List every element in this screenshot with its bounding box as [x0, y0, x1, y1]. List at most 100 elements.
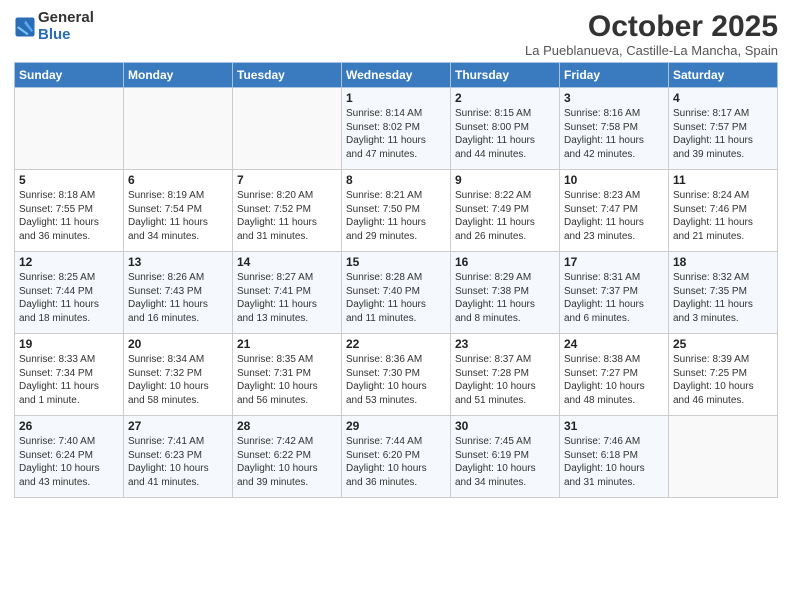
logo-text: General Blue	[38, 10, 94, 43]
day-number: 20	[128, 337, 228, 351]
day-info: Sunrise: 8:20 AM Sunset: 7:52 PM Dayligh…	[237, 189, 337, 243]
day-info: Sunrise: 8:16 AM Sunset: 7:58 PM Dayligh…	[564, 107, 664, 161]
day-number: 24	[564, 337, 664, 351]
day-cell: 9Sunrise: 8:22 AM Sunset: 7:49 PM Daylig…	[451, 170, 560, 252]
day-cell: 15 Sunrise: 8:28 AM Sunset: 7:40 PM Dayli…	[342, 252, 451, 334]
day-cell: 30Sunrise: 7:45 AM Sunset: 6:19 PM Dayli…	[451, 416, 560, 498]
day-info: Sunrise: 8:34 AM Sunset: 7:32 PM Dayligh…	[128, 353, 228, 407]
day-number: 1	[346, 91, 446, 105]
day-number: 26	[19, 419, 119, 433]
day-number: 14	[237, 255, 337, 269]
day-cell: 28Sunrise: 7:42 AM Sunset: 6:22 PM Dayli…	[233, 416, 342, 498]
day-number: 12	[19, 255, 119, 269]
day-info: Sunrise: 7:40 AM Sunset: 6:24 PM Dayligh…	[19, 435, 119, 489]
day-info: Sunrise: 8:19 AM Sunset: 7:54 PM Dayligh…	[128, 189, 228, 243]
day-number: 19	[19, 337, 119, 351]
weekday-header-row: SundayMondayTuesdayWednesdayThursdayFrid…	[15, 63, 778, 88]
day-number: 21	[237, 337, 337, 351]
calendar-container: General Blue October 2025 La Pueblanueva…	[0, 0, 792, 506]
day-cell: 11 Sunrise: 8:24 AM Sunset: 7:46 PM Dayli…	[669, 170, 778, 252]
day-number: 18	[673, 255, 773, 269]
day-cell: 7Sunrise: 8:20 AM Sunset: 7:52 PM Daylig…	[233, 170, 342, 252]
location-subtitle: La Pueblanueva, Castille-La Mancha, Spai…	[525, 43, 778, 58]
day-info: Sunrise: 7:46 AM Sunset: 6:18 PM Dayligh…	[564, 435, 664, 489]
weekday-thursday: Thursday	[451, 63, 560, 88]
day-info: Sunrise: 7:44 AM Sunset: 6:20 PM Dayligh…	[346, 435, 446, 489]
day-info: Sunrise: 8:18 AM Sunset: 7:55 PM Dayligh…	[19, 189, 119, 243]
day-info: Sunrise: 8:37 AM Sunset: 7:28 PM Dayligh…	[455, 353, 555, 407]
day-info: Sunrise: 8:17 AM Sunset: 7:57 PM Dayligh…	[673, 107, 773, 161]
day-number: 3	[564, 91, 664, 105]
day-info: Sunrise: 8:28 AM Sunset: 7:40 PM Dayligh…	[346, 271, 446, 325]
day-cell: 17Sunrise: 8:31 AM Sunset: 7:37 PM Dayli…	[560, 252, 669, 334]
logo-icon	[14, 16, 36, 38]
day-cell: 2 Sunrise: 8:15 AM Sunset: 8:00 PM Daylig…	[451, 88, 560, 170]
week-row-4: 19 Sunrise: 8:33 AM Sunset: 7:34 PM Dayli…	[15, 334, 778, 416]
day-info: Sunrise: 8:36 AM Sunset: 7:30 PM Dayligh…	[346, 353, 446, 407]
day-cell	[233, 88, 342, 170]
day-cell: 21Sunrise: 8:35 AM Sunset: 7:31 PM Dayli…	[233, 334, 342, 416]
day-info: Sunrise: 8:39 AM Sunset: 7:25 PM Dayligh…	[673, 353, 773, 407]
day-cell: 12Sunrise: 8:25 AM Sunset: 7:44 PM Dayli…	[15, 252, 124, 334]
day-cell: 5 Sunrise: 8:18 AM Sunset: 7:55 PM Daylig…	[15, 170, 124, 252]
day-number: 13	[128, 255, 228, 269]
day-info: Sunrise: 7:42 AM Sunset: 6:22 PM Dayligh…	[237, 435, 337, 489]
day-info: Sunrise: 8:22 AM Sunset: 7:49 PM Dayligh…	[455, 189, 555, 243]
day-info: Sunrise: 8:21 AM Sunset: 7:50 PM Dayligh…	[346, 189, 446, 243]
week-row-5: 26 Sunrise: 7:40 AM Sunset: 6:24 PM Dayli…	[15, 416, 778, 498]
day-cell: 20 Sunrise: 8:34 AM Sunset: 7:32 PM Dayli…	[124, 334, 233, 416]
weekday-sunday: Sunday	[15, 63, 124, 88]
day-cell	[124, 88, 233, 170]
day-info: Sunrise: 8:23 AM Sunset: 7:47 PM Dayligh…	[564, 189, 664, 243]
week-row-3: 12Sunrise: 8:25 AM Sunset: 7:44 PM Dayli…	[15, 252, 778, 334]
day-cell: 24 Sunrise: 8:38 AM Sunset: 7:27 PM Dayli…	[560, 334, 669, 416]
day-number: 8	[346, 173, 446, 187]
day-number: 23	[455, 337, 555, 351]
day-number: 22	[346, 337, 446, 351]
day-info: Sunrise: 8:29 AM Sunset: 7:38 PM Dayligh…	[455, 271, 555, 325]
day-cell: 27 Sunrise: 7:41 AM Sunset: 6:23 PM Dayli…	[124, 416, 233, 498]
day-number: 11	[673, 173, 773, 187]
day-cell	[15, 88, 124, 170]
weekday-friday: Friday	[560, 63, 669, 88]
day-cell: 25 Sunrise: 8:39 AM Sunset: 7:25 PM Dayli…	[669, 334, 778, 416]
day-info: Sunrise: 7:41 AM Sunset: 6:23 PM Dayligh…	[128, 435, 228, 489]
day-number: 6	[128, 173, 228, 187]
day-number: 2	[455, 91, 555, 105]
day-info: Sunrise: 8:15 AM Sunset: 8:00 PM Dayligh…	[455, 107, 555, 161]
day-number: 31	[564, 419, 664, 433]
day-info: Sunrise: 8:26 AM Sunset: 7:43 PM Dayligh…	[128, 271, 228, 325]
day-info: Sunrise: 8:33 AM Sunset: 7:34 PM Dayligh…	[19, 353, 119, 407]
day-info: Sunrise: 8:38 AM Sunset: 7:27 PM Dayligh…	[564, 353, 664, 407]
logo-general: General	[38, 9, 94, 26]
day-cell: 3 Sunrise: 8:16 AM Sunset: 7:58 PM Daylig…	[560, 88, 669, 170]
day-cell: 8 Sunrise: 8:21 AM Sunset: 7:50 PM Daylig…	[342, 170, 451, 252]
day-cell: 29 Sunrise: 7:44 AM Sunset: 6:20 PM Dayli…	[342, 416, 451, 498]
weekday-monday: Monday	[124, 63, 233, 88]
day-cell: 18Sunrise: 8:32 AM Sunset: 7:35 PM Dayli…	[669, 252, 778, 334]
week-row-2: 5 Sunrise: 8:18 AM Sunset: 7:55 PM Daylig…	[15, 170, 778, 252]
day-info: Sunrise: 8:24 AM Sunset: 7:46 PM Dayligh…	[673, 189, 773, 243]
weekday-tuesday: Tuesday	[233, 63, 342, 88]
day-cell: 1Sunrise: 8:14 AM Sunset: 8:02 PM Daylig…	[342, 88, 451, 170]
day-number: 15	[346, 255, 446, 269]
day-cell: 23 Sunrise: 8:37 AM Sunset: 7:28 PM Dayli…	[451, 334, 560, 416]
day-cell: 6 Sunrise: 8:19 AM Sunset: 7:54 PM Daylig…	[124, 170, 233, 252]
day-number: 29	[346, 419, 446, 433]
day-number: 27	[128, 419, 228, 433]
day-cell: 31 Sunrise: 7:46 AM Sunset: 6:18 PM Dayli…	[560, 416, 669, 498]
day-number: 16	[455, 255, 555, 269]
weekday-saturday: Saturday	[669, 63, 778, 88]
day-number: 17	[564, 255, 664, 269]
day-cell: 16 Sunrise: 8:29 AM Sunset: 7:38 PM Dayli…	[451, 252, 560, 334]
logo-blue: Blue	[38, 26, 71, 43]
week-row-1: 1Sunrise: 8:14 AM Sunset: 8:02 PM Daylig…	[15, 88, 778, 170]
day-info: Sunrise: 7:45 AM Sunset: 6:19 PM Dayligh…	[455, 435, 555, 489]
day-info: Sunrise: 8:27 AM Sunset: 7:41 PM Dayligh…	[237, 271, 337, 325]
day-number: 25	[673, 337, 773, 351]
day-cell: 10Sunrise: 8:23 AM Sunset: 7:47 PM Dayli…	[560, 170, 669, 252]
day-cell: 13 Sunrise: 8:26 AM Sunset: 7:43 PM Dayli…	[124, 252, 233, 334]
day-number: 5	[19, 173, 119, 187]
day-cell: 19 Sunrise: 8:33 AM Sunset: 7:34 PM Dayli…	[15, 334, 124, 416]
day-cell: 14 Sunrise: 8:27 AM Sunset: 7:41 PM Dayli…	[233, 252, 342, 334]
